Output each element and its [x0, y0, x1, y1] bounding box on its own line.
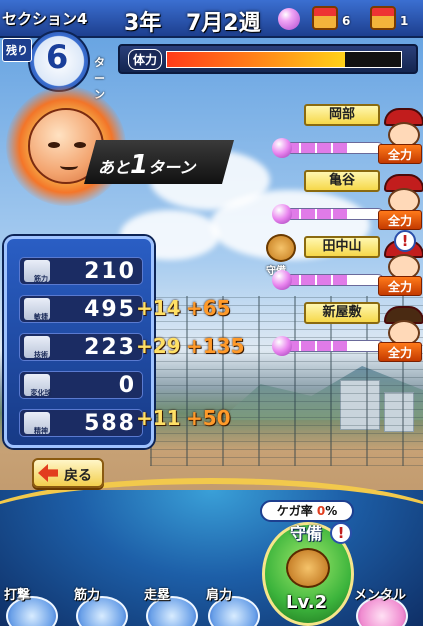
injury-value: 0 — [316, 504, 326, 518]
stat-value: 495 — [84, 297, 136, 322]
gauge-orb-icon — [272, 270, 292, 290]
player-row[interactable]: 岡部 全力 — [264, 104, 423, 170]
back-button[interactable]: 戻る — [32, 458, 104, 488]
stat-value: 588 — [84, 411, 136, 436]
section-label: セクション4 — [2, 10, 88, 28]
injury-rate: ケガ率 0% — [260, 500, 354, 522]
pink-orb-icon[interactable] — [278, 8, 300, 30]
player-row[interactable]: 亀谷 全力 — [264, 170, 423, 236]
tab-label: 肩力 — [206, 588, 233, 603]
turn-counter: 残り 6 ターン — [2, 28, 114, 101]
gauge-orb-icon — [272, 204, 292, 224]
training-tabs: 打撃 筋力 走塁 肩力 メンタル — [0, 580, 423, 626]
effort-badge: 全力 — [378, 144, 422, 164]
stat-bonus-2: +50 — [186, 406, 231, 430]
alert-icon: ! — [330, 522, 352, 544]
turns-remaining-value: 6 — [46, 38, 69, 76]
player-row[interactable]: 新屋敷 全力 — [264, 302, 423, 368]
turn-banner-text: あと1ターン — [98, 150, 195, 180]
spirit-icon: 精神 — [24, 412, 50, 435]
bat-icon: 技術 — [24, 336, 50, 359]
stamina-fill — [167, 52, 345, 67]
player-gauge — [284, 340, 384, 352]
stat-row-technique: 技術 223 — [19, 333, 143, 361]
stat-bonus-1: +14 — [136, 296, 181, 320]
player-name: 新屋敷 — [304, 302, 380, 324]
stat-value: 223 — [84, 335, 136, 360]
effort-badge: 全力 — [378, 342, 422, 362]
stamina-bar: 体力 — [118, 44, 418, 74]
player-list: 岡部 全力 亀谷 全力 守備 田中山 ! 全力 新屋敷 全力 — [264, 104, 423, 368]
player-name: 亀谷 — [304, 170, 380, 192]
glove-icon — [266, 234, 296, 262]
injury-label: ケガ率 — [276, 504, 313, 518]
ball-icon: 変化球 — [24, 374, 52, 397]
year-label: 3年 — [124, 11, 162, 36]
gauge-orb-icon — [272, 336, 292, 356]
stats-panel: 筋力 210 敏捷 495 技術 223 変化球 0 精神 588 — [4, 236, 154, 448]
treasure-2-count: 1 — [400, 14, 409, 28]
stat-bonus-1: +11 — [136, 406, 181, 430]
stat-bonus-2: +65 — [186, 296, 231, 320]
tab-label: 打撃 — [4, 588, 31, 603]
stat-bonus-1: +29 — [136, 334, 181, 358]
tab-label: 走塁 — [144, 588, 171, 603]
dumbbell-icon: 筋力 — [24, 260, 50, 283]
treasure-1-count: 6 — [342, 14, 351, 28]
stamina-label: 体力 — [128, 49, 163, 70]
tab-strength[interactable]: 筋力 — [74, 580, 134, 626]
player-row[interactable]: 守備 田中山 ! 全力 — [264, 230, 423, 302]
turns-remaining-label: 残り — [2, 38, 32, 62]
player-gauge — [284, 208, 384, 220]
stat-bonus-2: +135 — [186, 334, 245, 358]
effort-badge: 全力 — [378, 210, 422, 230]
stat-row-strength: 筋力 210 — [19, 257, 143, 285]
treasure-chest-icon[interactable] — [312, 6, 338, 30]
week-label: 7月2週 — [186, 11, 261, 36]
arrow-left-icon — [38, 464, 58, 482]
treasure-chest-gold-icon[interactable] — [370, 6, 396, 30]
player-gauge — [284, 142, 384, 154]
gauge-orb-icon — [272, 138, 292, 158]
banner-prefix: あと — [98, 158, 131, 177]
tab-label: メンタル — [354, 588, 407, 603]
stamina-track — [166, 51, 402, 68]
back-label: 戻る — [64, 468, 92, 484]
player-gauge — [284, 274, 384, 286]
player-name: 岡部 — [304, 104, 380, 126]
tab-label: 筋力 — [74, 588, 101, 603]
stat-row-spirit: 精神 588 — [19, 409, 143, 437]
injury-unit: % — [325, 504, 338, 518]
stat-row-agility: 敏捷 495 — [19, 295, 143, 323]
alert-icon: ! — [394, 230, 416, 252]
banner-suffix: ターン — [148, 158, 196, 177]
tab-batting[interactable]: 打撃 — [4, 580, 64, 626]
stat-row-breaking-ball: 変化球 0 — [19, 371, 143, 399]
shoe-icon: 敏捷 — [24, 298, 50, 321]
defence-label: 守備 — [290, 524, 323, 543]
tab-mental[interactable]: メンタル — [354, 580, 418, 626]
stat-value: 0 — [118, 373, 136, 398]
banner-value: 1 — [130, 150, 149, 180]
effort-badge: 全力 — [378, 276, 422, 296]
tab-baserunning[interactable]: 走塁 — [144, 580, 204, 626]
player-name: 田中山 — [304, 236, 380, 258]
tab-arm-strength[interactable]: 肩力 — [206, 580, 266, 626]
stat-value: 210 — [84, 259, 136, 284]
